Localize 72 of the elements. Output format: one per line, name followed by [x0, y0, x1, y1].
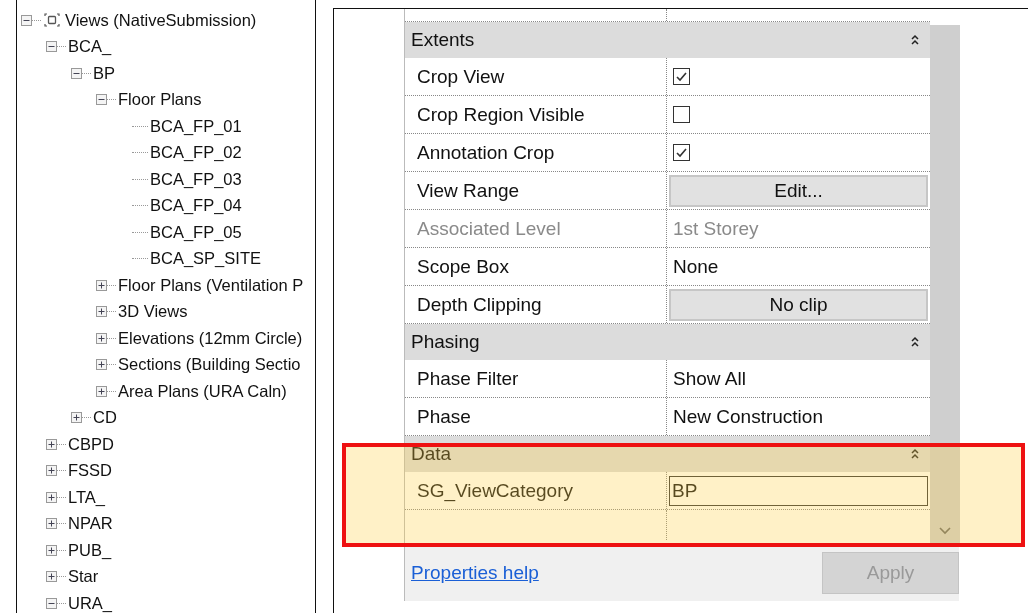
checkbox[interactable]: [673, 106, 690, 123]
expand-icon[interactable]: [96, 385, 107, 397]
tree-item[interactable]: Floor Plans: [118, 90, 202, 110]
group-header[interactable]: Data: [405, 436, 930, 472]
expand-icon[interactable]: [96, 306, 107, 318]
group-title: Extents: [411, 29, 475, 51]
collapse-icon[interactable]: [46, 41, 57, 53]
tree-item[interactable]: BCA_FP_02: [150, 143, 242, 163]
tree-item[interactable]: Sections (Building Sectio: [118, 355, 301, 375]
scrollbar[interactable]: [930, 25, 960, 545]
checkbox[interactable]: [673, 144, 690, 161]
expand-icon[interactable]: [46, 465, 57, 477]
collapse-chevron-icon[interactable]: [910, 336, 920, 348]
property-label: Phase: [417, 405, 471, 428]
tree-item[interactable]: BCA_SP_SITE: [150, 249, 261, 269]
collapse-icon[interactable]: [96, 94, 107, 106]
tree-item[interactable]: BCA_FP_03: [150, 169, 242, 189]
tree-item[interactable]: BCA_FP_01: [150, 116, 242, 136]
property-value: Show All: [673, 367, 746, 390]
tree-item[interactable]: BP: [93, 63, 115, 83]
views-icon: [43, 12, 61, 29]
property-value: New Construction: [673, 405, 823, 428]
expand-icon[interactable]: [46, 518, 57, 530]
tree-item[interactable]: Elevations (12mm Circle): [118, 328, 303, 348]
expand-icon[interactable]: [46, 438, 57, 450]
tree-item[interactable]: CBPD: [68, 434, 114, 454]
expand-icon[interactable]: [46, 491, 57, 503]
checkbox[interactable]: [673, 68, 690, 85]
tree-item[interactable]: Area Plans (URA Caln): [118, 381, 287, 401]
group-title: Phasing: [411, 331, 480, 353]
tree-item[interactable]: URA_: [68, 593, 112, 613]
expand-icon[interactable]: [46, 571, 57, 583]
property-label: Annotation Crop: [417, 141, 555, 164]
property-label: Depth Clipping: [417, 293, 542, 316]
property-button[interactable]: Edit...: [669, 174, 928, 207]
expand-icon[interactable]: [96, 279, 107, 291]
tree-item[interactable]: CD: [93, 408, 117, 428]
expand-icon[interactable]: [71, 412, 82, 424]
group-header[interactable]: Phasing: [405, 324, 930, 360]
tree-item[interactable]: BCA_: [68, 37, 112, 57]
group-title: Data: [411, 443, 452, 465]
collapse-chevron-icon[interactable]: [910, 34, 920, 46]
collapse-icon[interactable]: [71, 67, 82, 79]
tree-item[interactable]: BCA_FP_04: [150, 196, 242, 216]
tree-item[interactable]: NPAR: [68, 514, 113, 534]
property-label: Crop View: [417, 65, 505, 88]
collapse-chevron-icon[interactable]: [910, 448, 920, 460]
tree-item[interactable]: FSSD: [68, 461, 112, 481]
input-field[interactable]: BP: [669, 475, 928, 506]
tree-item[interactable]: Floor Plans (Ventilation P: [118, 275, 304, 295]
property-label: Associated Level: [417, 217, 561, 240]
tree-item[interactable]: Views (NativeSubmission): [65, 10, 257, 30]
expand-icon[interactable]: [96, 332, 107, 344]
collapse-icon[interactable]: [21, 14, 32, 26]
property-label: Scope Box: [417, 255, 509, 278]
property-label: Crop Region Visible: [417, 103, 585, 126]
tree-item[interactable]: LTA_: [68, 487, 105, 507]
group-header[interactable]: Extents: [405, 22, 930, 58]
property-value: None: [673, 255, 719, 278]
tree-item[interactable]: 3D Views: [118, 302, 188, 322]
property-value: 1st Storey: [673, 217, 759, 240]
collapse-icon[interactable]: [46, 597, 57, 609]
property-label: View Range: [417, 179, 520, 202]
property-button[interactable]: No clip: [669, 288, 928, 321]
property-label: SG_ViewCategory: [417, 479, 573, 502]
properties-help-link[interactable]: Properties help: [411, 562, 539, 584]
tree-item[interactable]: PUB_: [68, 540, 112, 560]
expand-icon[interactable]: [46, 544, 57, 556]
expand-icon[interactable]: [96, 359, 107, 371]
tree-item[interactable]: Star: [68, 567, 99, 587]
property-label: Phase Filter: [417, 367, 519, 390]
tree-item[interactable]: BCA_FP_05: [150, 222, 242, 242]
